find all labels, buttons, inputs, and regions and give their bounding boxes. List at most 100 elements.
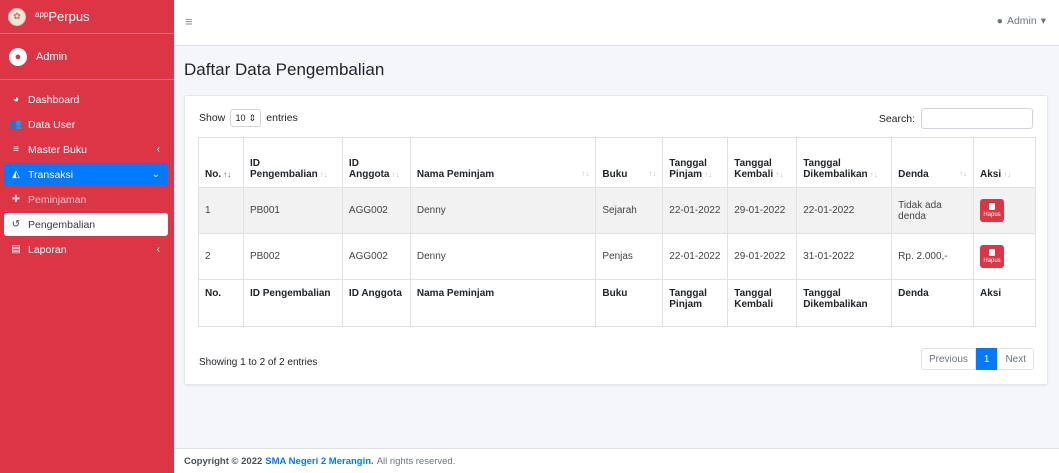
next-button[interactable]: Next	[997, 348, 1034, 370]
logo-icon: ✿	[8, 7, 26, 26]
header-label: Buku	[602, 169, 628, 180]
sort-asc-icon: ↑↓	[223, 170, 232, 179]
page-size-select[interactable]: 10 ⇕	[230, 109, 262, 127]
cell-denda: Tidak ada denda	[891, 187, 974, 234]
chevron-left-icon: ‹	[156, 244, 160, 255]
sort-icon: ↑↓	[391, 170, 400, 179]
footer-tanggal-kembali: Tanggal Kembali	[727, 279, 798, 327]
plus-icon: ✚	[11, 194, 21, 205]
brand-link[interactable]: ✿ appPerpus	[0, 0, 174, 34]
sidebar-item-label: Transaksi	[28, 168, 74, 181]
sidebar-item-label: Dashboard	[28, 93, 80, 106]
cell-tanggal-pinjam: 22-01-2022	[662, 233, 729, 280]
page-footer: Copyright © 2022 SMA Negeri 2 Merangin. …	[174, 448, 1059, 473]
header-id-anggota[interactable]: ID Anggota ↑↓	[341, 137, 411, 188]
pengembalian-table: No. ↑↓ ID Pengembalian ↑↓ ID Anggota ↑↓ Nam…	[198, 137, 1036, 327]
footer-id-anggota: ID Anggota	[341, 279, 411, 327]
header-tanggal-dikembalikan[interactable]: Tanggal Dikembalikan ↑↓	[796, 137, 893, 188]
sidebar-item-label: Laporan	[28, 243, 67, 256]
sidebar-item-laporan[interactable]: ▤ Laporan ‹	[4, 238, 168, 261]
user-avatar-icon: ●	[9, 47, 27, 66]
cell-nama-peminjam: Denny	[409, 233, 597, 280]
cell-id-anggota: AGG002	[341, 187, 411, 234]
delete-button[interactable]: Hapus	[980, 199, 1004, 222]
show-entries: Show 10 ⇕ entries	[199, 109, 298, 127]
header-label: Tanggal Pinjam	[669, 158, 707, 180]
pagination: Previous 1 Next	[920, 348, 1034, 370]
cell-tanggal-kembali: 29-01-2022	[727, 233, 798, 280]
cell-nama-peminjam: Denny	[409, 187, 597, 234]
header-no[interactable]: No. ↑↓	[198, 137, 244, 188]
delete-button[interactable]: Hapus	[980, 245, 1004, 268]
sort-icon: ↑↓	[1003, 170, 1012, 179]
brand-name: appPerpus	[35, 9, 90, 24]
cell-tanggal-pinjam: 22-01-2022	[662, 187, 729, 234]
school-link[interactable]: SMA Negeri 2 Merangin.	[265, 456, 373, 467]
header-label: Aksi	[980, 169, 1002, 180]
show-label: Show	[199, 112, 226, 124]
previous-button[interactable]: Previous	[920, 348, 976, 370]
admin-label: Admin	[1006, 15, 1037, 27]
cell-no: 2	[198, 233, 244, 280]
sidebar-item-pengembalian[interactable]: ↺ Pengembalian	[4, 213, 168, 236]
cell-id-anggota: AGG002	[341, 233, 411, 280]
header-id-pengembalian[interactable]: ID Pengembalian ↑↓	[242, 137, 343, 188]
hamburger-menu-icon[interactable]: ≡	[185, 14, 193, 29]
sidebar-item-label: Master Buku	[28, 143, 87, 156]
footer-id-pengembalian: ID Pengembalian	[242, 279, 343, 327]
header-label: Denda	[898, 169, 929, 180]
sidebar-item-data-user[interactable]: 👥 Data User	[4, 113, 168, 136]
table-row: 2 PB002 AGG002 Denny Penjas 22-01-2022 2…	[198, 233, 1036, 280]
file-icon: ▤	[11, 244, 21, 255]
header-denda[interactable]: Denda ↑↓	[891, 137, 974, 188]
sidebar-item-peminjaman[interactable]: ✚ Peminjaman	[4, 188, 168, 211]
cell-aksi: Hapus	[973, 187, 1036, 234]
chevron-left-icon: ‹	[156, 144, 160, 155]
header-label: ID Anggota	[348, 158, 390, 180]
trash-icon	[989, 203, 995, 210]
sidebar-item-master-buku[interactable]: ≡ Master Buku ‹	[4, 138, 168, 161]
sort-icon: ↑↓	[648, 169, 657, 178]
delete-button-label: Hapus	[983, 258, 1001, 264]
header-label: Nama Peminjam	[416, 169, 495, 180]
footer-no: No.	[198, 279, 244, 327]
sort-icon: ↑↓	[959, 169, 967, 178]
page-1-button[interactable]: 1	[975, 348, 998, 370]
header-nama-peminjam[interactable]: Nama Peminjam ↑↓	[409, 137, 597, 188]
search-box: Search:	[879, 108, 1033, 129]
footer-aksi: Aksi	[973, 279, 1036, 327]
user-panel[interactable]: ● Admin	[0, 34, 174, 80]
sort-icon: ↑↓	[869, 170, 878, 179]
sidebar-item-label: Data User	[28, 118, 76, 131]
header-label: Tanggal Kembali	[734, 158, 774, 180]
sidebar-item-transaksi[interactable]: ◭ Transaksi ⌄	[4, 163, 168, 186]
table-footer-row: No. ID Pengembalian ID Anggota Nama Pemi…	[198, 279, 1036, 327]
delete-button-label: Hapus	[983, 212, 1001, 218]
sort-icon: ↑↓	[319, 170, 328, 179]
cell-denda: Rp. 2.000,-	[891, 233, 974, 280]
users-icon: 👥	[9, 119, 23, 130]
cell-no: 1	[198, 187, 244, 234]
footer-denda: Denda	[891, 279, 974, 327]
sidebar-item-label: Peminjaman	[28, 193, 87, 206]
cell-tanggal-kembali: 29-01-2022	[727, 187, 798, 234]
header-tanggal-pinjam[interactable]: Tanggal Pinjam ↑↓	[662, 137, 729, 188]
database-icon: ≡	[13, 144, 19, 155]
cell-id-pengembalian: PB001	[242, 187, 343, 234]
header-label: Tanggal Dikembalikan	[803, 158, 868, 180]
sort-icon: ↑↓	[704, 170, 713, 179]
header-aksi[interactable]: Aksi ↑↓	[973, 137, 1036, 188]
header-tanggal-kembali[interactable]: Tanggal Kembali ↑↓	[727, 137, 798, 188]
sort-icon: ↑↓	[581, 169, 590, 178]
cell-aksi: Hapus	[973, 233, 1036, 280]
sidebar-item-dashboard[interactable]: ◕ Dashboard	[4, 88, 168, 111]
admin-dropdown[interactable]: ● Admin ▾	[997, 15, 1046, 27]
search-label: Search:	[878, 112, 915, 125]
select-arrows-icon: ⇕	[248, 112, 257, 123]
page-size-value: 10	[235, 113, 246, 123]
header-buku[interactable]: Buku ↑↓	[595, 137, 664, 188]
header-label: ID Pengembalian	[249, 158, 318, 180]
copyright-text: Copyright © 2022	[184, 455, 263, 467]
sidebar-item-label: Pengembalian	[28, 218, 96, 231]
search-input[interactable]	[921, 108, 1033, 129]
